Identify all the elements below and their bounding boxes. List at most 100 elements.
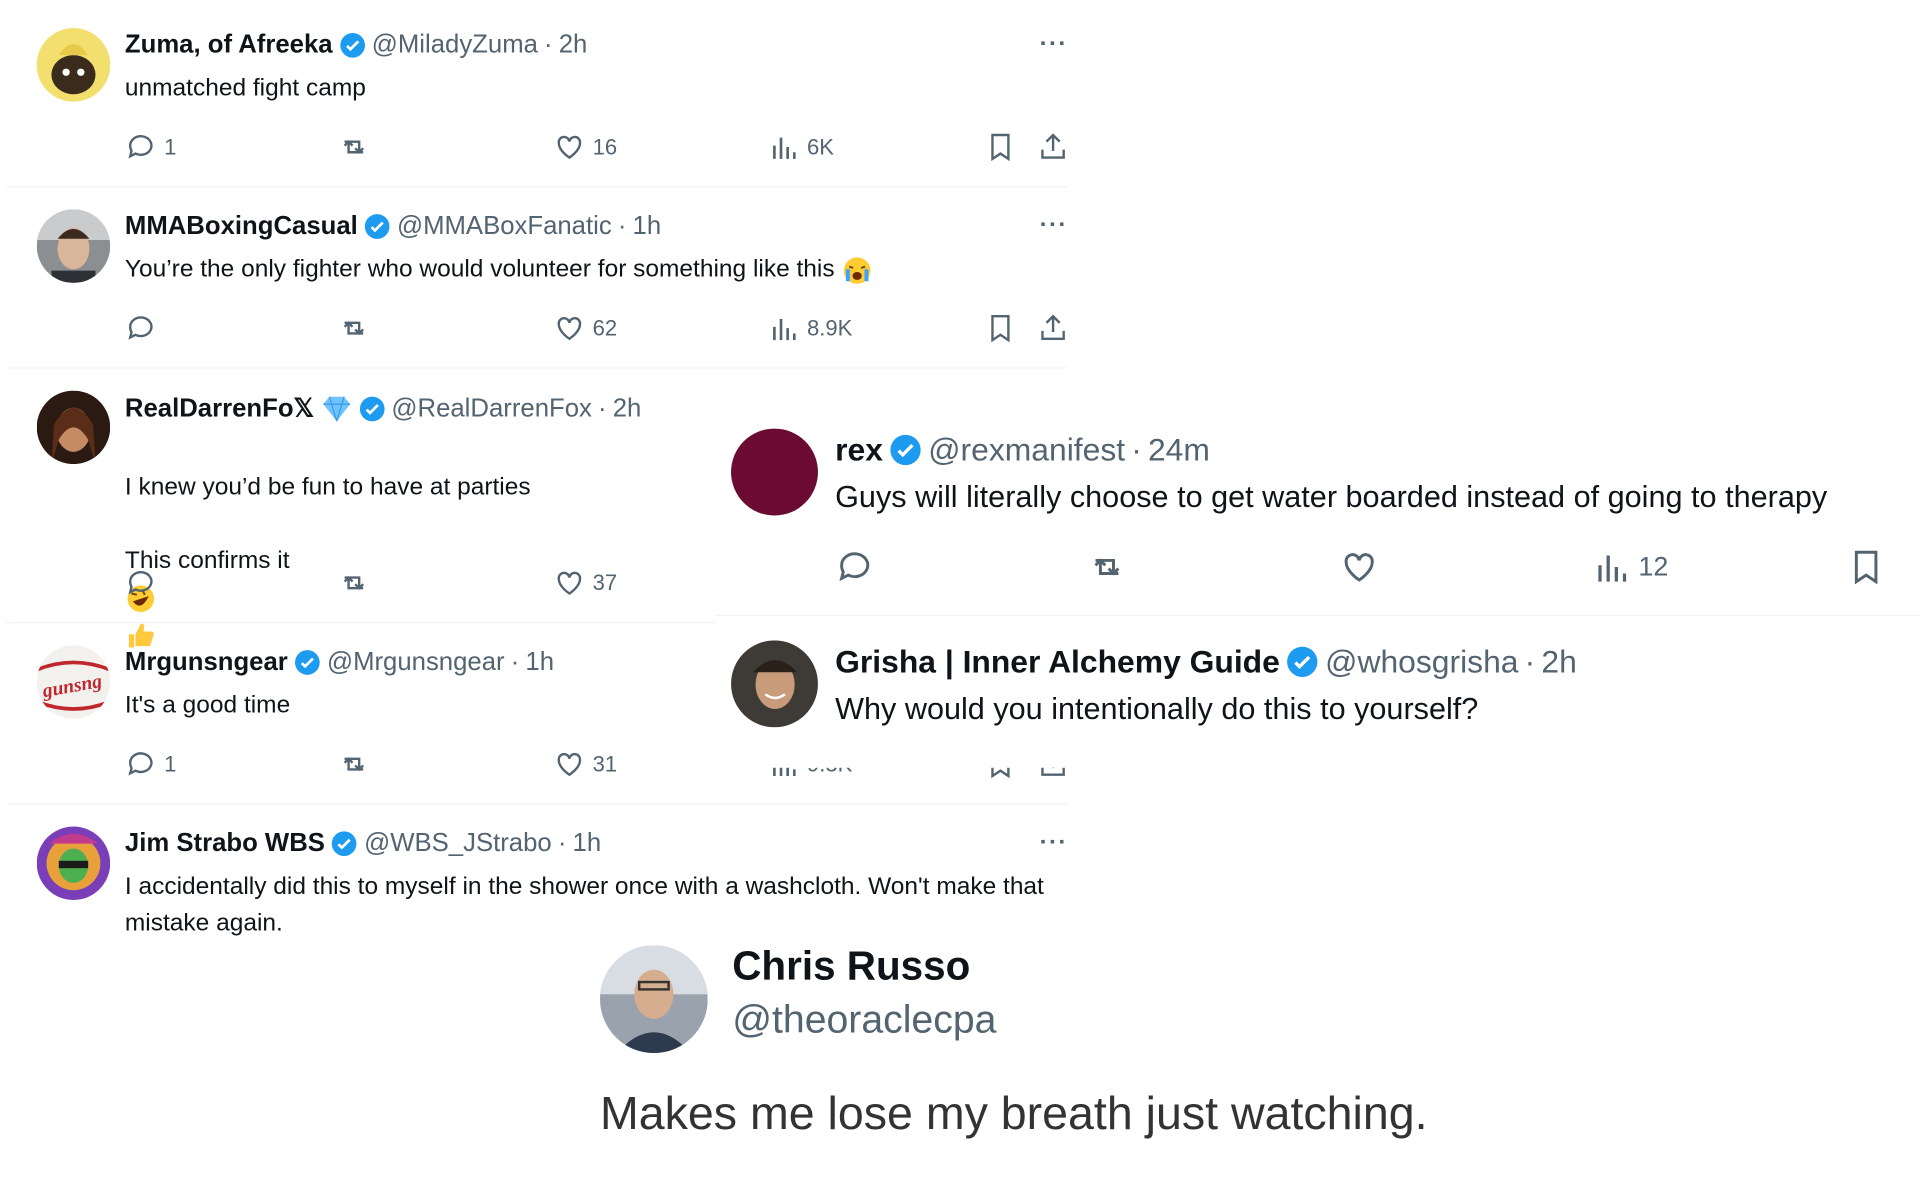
views-icon	[1598, 555, 1627, 582]
reply-tweet-zuma[interactable]: Zuma, of Afreeka @MiladyZuma · 2h ··· un…	[6, 6, 1068, 188]
retweet-button[interactable]	[337, 567, 371, 599]
share-button[interactable]	[1037, 312, 1068, 344]
dot-separator: ·	[1131, 431, 1142, 468]
dot-separator: ·	[1524, 642, 1536, 680]
author-name[interactable]: RealDarrenFo𝕏	[125, 393, 314, 424]
author-handle[interactable]: @Mrgunsngear	[327, 648, 505, 677]
like-button[interactable]: 31	[553, 748, 617, 780]
like-button[interactable]: 16	[553, 131, 617, 163]
author-handle[interactable]: @whosgrisha	[1325, 643, 1518, 681]
reply-button[interactable]: 1	[125, 748, 176, 780]
reply-button[interactable]	[835, 547, 874, 586]
retweet-icon	[1094, 558, 1120, 576]
reply-button[interactable]: 1	[125, 131, 176, 163]
author-name[interactable]: MMABoxingCasual	[125, 212, 358, 241]
like-count: 62	[592, 315, 618, 340]
avatar[interactable]	[600, 945, 708, 1054]
avatar[interactable]	[36, 28, 111, 102]
tweet-text: I knew you’d be fun to have at parties T…	[124, 473, 531, 575]
dot-separator: ·	[557, 828, 567, 858]
timestamp[interactable]: 1h	[573, 829, 602, 858]
reply-tweet-jimstrabo[interactable]: Jim Strabo WBS @WBS_JStrabo · 1h ··· I a…	[6, 804, 1068, 944]
author-handle[interactable]: @WBS_JStrabo	[364, 829, 552, 858]
reply-icon	[128, 571, 153, 595]
author-name[interactable]: rex	[835, 431, 883, 469]
views-button[interactable]: 6K	[768, 131, 834, 163]
like-button[interactable]: 62	[553, 312, 617, 344]
share-icon	[1041, 133, 1065, 159]
bookmark-button[interactable]	[984, 312, 1016, 344]
dot-separator: ·	[597, 393, 607, 422]
right-reply-thread: rex @rexmanifest · 24m Guys will literal…	[715, 406, 1920, 768]
more-icon[interactable]: ···	[1040, 829, 1068, 857]
reply-button[interactable]	[125, 312, 157, 344]
avatar[interactable]	[731, 640, 818, 728]
dot-separator: ·	[617, 211, 627, 241]
tweet-text: I accidentally did this to myself in the…	[124, 873, 1044, 937]
like-button[interactable]: 37	[553, 567, 617, 599]
reply-tweet-rex[interactable]: rex @rexmanifest · 24m Guys will literal…	[715, 407, 1920, 616]
like-icon	[557, 571, 582, 595]
share-button[interactable]	[1037, 131, 1068, 163]
retweet-icon	[343, 575, 365, 590]
timestamp[interactable]: 2h	[559, 31, 588, 60]
more-icon[interactable]: ···	[1040, 31, 1068, 59]
timestamp[interactable]: 1h	[633, 212, 662, 241]
author-name[interactable]: Jim Strabo WBS	[125, 829, 325, 858]
more-icon[interactable]: ···	[1040, 212, 1068, 240]
avatar[interactable]	[731, 428, 818, 516]
retweet-button[interactable]	[337, 131, 371, 163]
timestamp[interactable]: 2h	[613, 394, 642, 423]
timestamp[interactable]: 1h	[525, 648, 554, 677]
avatar[interactable]	[36, 390, 111, 465]
reply-button[interactable]	[125, 567, 157, 599]
like-icon	[1344, 553, 1374, 582]
author-handle[interactable]: @MiladyZuma	[372, 31, 538, 60]
author-name[interactable]: Chris Russo	[732, 943, 970, 990]
views-count: 6K	[806, 134, 834, 159]
like-button[interactable]	[1340, 547, 1379, 586]
verified-badge-icon	[1287, 646, 1318, 677]
reply-tweet-mmaboxingcasual[interactable]: MMABoxingCasual @MMABoxFanatic · 1h ··· …	[6, 187, 1068, 369]
views-button[interactable]: 12	[1592, 547, 1669, 586]
retweet-button[interactable]	[337, 748, 371, 780]
author-name[interactable]: Zuma, of Afreeka	[125, 31, 333, 60]
views-count: 12	[1638, 551, 1669, 582]
author-handle[interactable]: @rexmanifest	[928, 431, 1125, 469]
verified-badge-icon	[332, 831, 357, 857]
bookmark-icon	[991, 315, 1010, 343]
avatar[interactable]: gunsng	[36, 645, 111, 719]
avatar[interactable]	[36, 209, 111, 283]
dot-separator: ·	[510, 647, 520, 676]
views-count: 8.9K	[806, 315, 853, 340]
timestamp[interactable]: 2h	[1541, 643, 1576, 681]
timestamp[interactable]: 24m	[1148, 431, 1210, 469]
verified-badge-icon	[339, 32, 365, 58]
author-handle[interactable]: @RealDarrenFox	[391, 394, 591, 423]
retweet-button[interactable]	[337, 312, 371, 344]
author-handle[interactable]: @theoraclecpa	[732, 997, 996, 1042]
like-icon	[557, 135, 582, 159]
diamond-icon	[322, 395, 350, 421]
author-handle[interactable]: @MMABoxFanatic	[397, 212, 612, 241]
like-icon	[557, 752, 582, 777]
bookmark-button[interactable]	[984, 131, 1016, 163]
quoted-tweet-chris-russo[interactable]: Chris Russo @theoraclecpa Makes me lose …	[587, 942, 1519, 1170]
reply-count: 1	[164, 134, 177, 159]
reply-tweet-grisha[interactable]: Grisha | Inner Alchemy Guide @whosgrisha…	[715, 616, 1920, 768]
retweet-icon	[343, 757, 365, 772]
avatar[interactable]	[36, 826, 111, 901]
bookmark-button[interactable]	[1847, 547, 1886, 586]
retweet-button[interactable]	[1086, 547, 1128, 586]
author-name[interactable]: Mrgunsngear	[125, 648, 288, 677]
tweet-text: unmatched fight camp	[124, 74, 366, 102]
tweet-text: Guys will literally choose to get water …	[835, 480, 1828, 515]
tweet-text: Why would you intentionally do this to y…	[835, 691, 1479, 727]
author-name[interactable]: Grisha | Inner Alchemy Guide	[835, 643, 1280, 681]
like-icon	[557, 316, 582, 341]
reply-icon	[839, 552, 870, 582]
tweet-text: Makes me lose my breath just watching.	[600, 1088, 1428, 1141]
verified-badge-icon	[295, 650, 320, 675]
views-button[interactable]: 8.9K	[768, 312, 853, 344]
verified-badge-icon	[359, 396, 385, 421]
